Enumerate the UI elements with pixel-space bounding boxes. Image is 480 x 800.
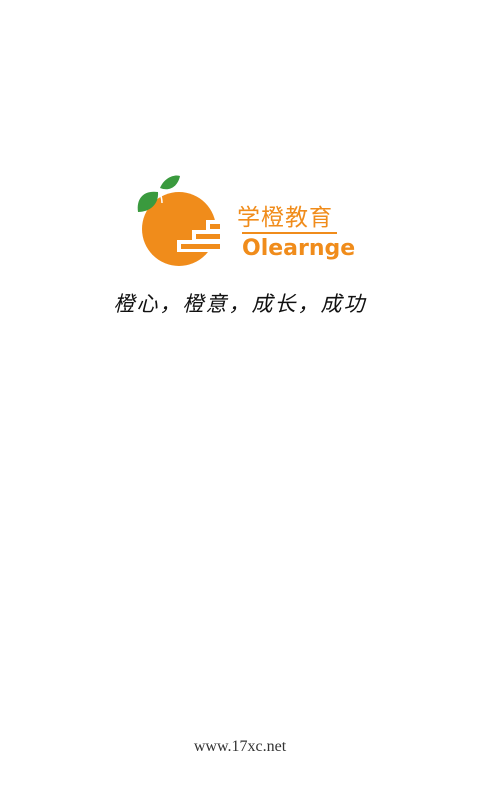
brand-logo: 学橙教育 Olearnge (128, 170, 355, 280)
orange-stairs-logo-icon (137, 175, 224, 266)
splash-screen: 学橙教育 Olearnge 橙心，橙意，成长，成功 www.17xc.net (0, 0, 480, 800)
brand-name-english: Olearnge (242, 236, 356, 261)
slogan-text: 橙心，橙意，成长，成功 (113, 292, 367, 316)
brand-name-chinese: 学橙教育 (237, 205, 333, 231)
website-url: www.17xc.net (193, 738, 287, 755)
brand-divider (242, 232, 337, 234)
